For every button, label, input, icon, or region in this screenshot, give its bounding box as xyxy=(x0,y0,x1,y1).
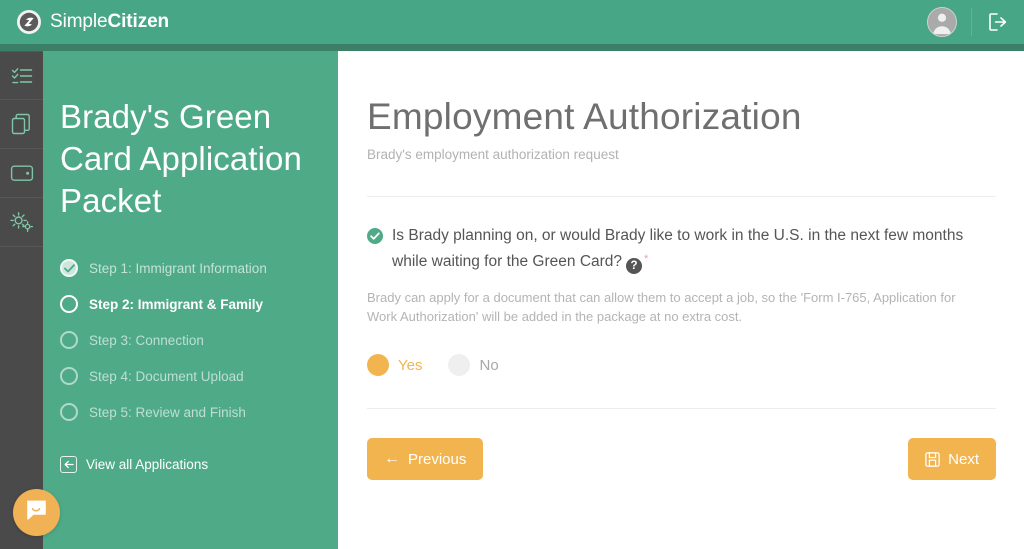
question-help-text: Brady can apply for a document that can … xyxy=(367,290,956,325)
sign-out-icon[interactable] xyxy=(986,9,1012,35)
documents-copy-icon xyxy=(11,113,33,135)
view-all-applications-link[interactable]: View all Applications xyxy=(43,456,338,473)
sidebar-step-4[interactable]: Step 4: Document Upload xyxy=(60,358,338,394)
next-button[interactable]: Next xyxy=(908,438,996,481)
arrow-left-box-icon xyxy=(60,456,77,473)
top-header-bar: SimpleCitizen xyxy=(0,0,1024,44)
step-pending-circle-icon xyxy=(60,403,78,421)
rail-item-settings[interactable] xyxy=(0,198,43,247)
settings-gears-icon xyxy=(9,211,34,233)
main-content-area: Employment Authorization Brady's employm… xyxy=(338,51,1024,549)
simplecitizen-swoosh-logo-icon xyxy=(17,10,41,34)
step-label: Step 5: Review and Finish xyxy=(89,404,246,420)
user-avatar-icon[interactable] xyxy=(927,7,957,37)
app-root: SimpleCitizen Brady's Green Card Applica… xyxy=(0,0,1024,549)
page-title: Employment Authorization xyxy=(367,96,802,137)
step-pending-circle-icon xyxy=(60,367,78,385)
rail-item-documents[interactable] xyxy=(0,100,43,149)
content-divider-top xyxy=(367,196,996,198)
question-label: Is Brady planning on, or would Brady lik… xyxy=(392,227,964,270)
radio-option-no[interactable]: No xyxy=(448,354,499,377)
step-list: Step 1: Immigrant Information Step 2: Im… xyxy=(43,250,338,430)
page-subtitle: Brady's employment authorization request xyxy=(367,147,619,163)
question-block: Is Brady planning on, or would Brady lik… xyxy=(367,225,996,275)
view-all-applications-label: View all Applications xyxy=(86,457,209,472)
next-button-label: Next xyxy=(948,450,979,468)
step-label: Step 1: Immigrant Information xyxy=(89,260,267,276)
question-text-wrapper: Is Brady planning on, or would Brady lik… xyxy=(392,225,996,275)
step-label: Step 4: Document Upload xyxy=(89,368,244,384)
chat-launcher-button[interactable] xyxy=(13,489,60,536)
header-divider xyxy=(971,8,972,36)
sidebar-step-3[interactable]: Step 3: Connection xyxy=(60,322,338,358)
brand-name-light: Simple xyxy=(50,11,108,32)
form-action-bar: ← Previous Next xyxy=(367,438,996,481)
save-floppy-icon xyxy=(925,451,940,467)
step-pending-circle-icon xyxy=(60,331,78,349)
chat-bubble-smile-icon xyxy=(24,498,49,528)
radio-label-yes: Yes xyxy=(398,356,423,374)
header-accent-strip xyxy=(0,44,1024,51)
wallet-icon xyxy=(10,163,34,183)
radio-circle-unselected-icon xyxy=(448,354,471,377)
radio-circle-selected-icon xyxy=(367,354,389,377)
radio-label-no: No xyxy=(479,356,499,374)
step-label: Step 2: Immigrant & Family xyxy=(89,296,264,312)
sidebar-step-1[interactable]: Step 1: Immigrant Information xyxy=(60,250,338,286)
help-question-mark-icon[interactable]: ? xyxy=(626,258,643,275)
step-current-circle-icon xyxy=(60,295,78,313)
required-asterisk: * xyxy=(644,252,649,265)
step-label: Step 3: Connection xyxy=(89,332,204,348)
previous-button-label: Previous xyxy=(408,450,467,468)
checklist-icon xyxy=(11,66,33,86)
radio-option-yes[interactable]: Yes xyxy=(367,354,423,377)
rail-item-wallet[interactable] xyxy=(0,149,43,198)
header-right-controls xyxy=(927,0,1024,44)
rail-item-checklist[interactable] xyxy=(0,51,43,100)
check-circle-icon xyxy=(367,228,383,274)
previous-button[interactable]: ← Previous xyxy=(367,438,484,481)
arrow-left-icon: ← xyxy=(384,450,400,468)
sidebar-step-5[interactable]: Step 5: Review and Finish xyxy=(60,394,338,430)
brand-wordmark: SimpleCitizen xyxy=(50,11,169,33)
sidebar-step-2[interactable]: Step 2: Immigrant & Family xyxy=(60,286,338,322)
application-title: Brady's Green Card Application Packet xyxy=(60,98,302,219)
step-complete-check-icon xyxy=(60,259,78,277)
brand-logo-area[interactable]: SimpleCitizen xyxy=(17,10,169,34)
yes-no-radio-group: Yes No xyxy=(367,354,996,377)
application-side-panel: Brady's Green Card Application Packet St… xyxy=(43,51,338,549)
content-divider-bottom xyxy=(367,408,996,410)
icon-rail-sidebar xyxy=(0,51,43,549)
brand-name-bold: Citizen xyxy=(107,11,170,32)
